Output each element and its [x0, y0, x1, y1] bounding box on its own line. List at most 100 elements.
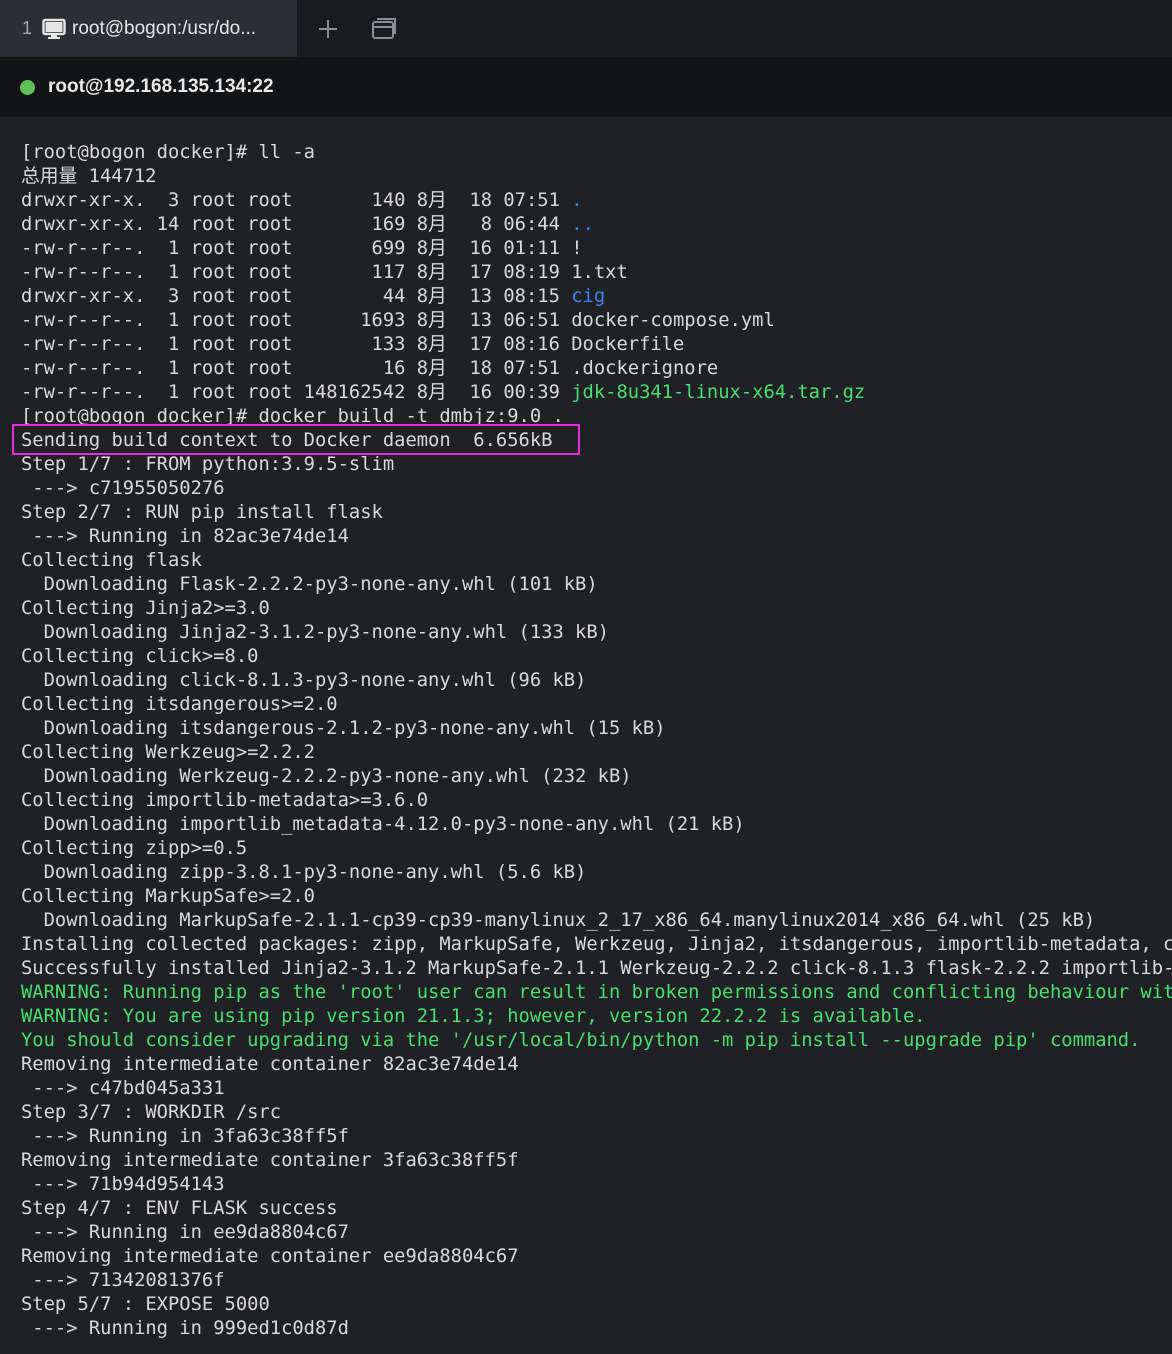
terminal-text: -rw-r--r--. 1 root root 117 8月 17 08:19 …	[21, 262, 628, 283]
terminal-text: Downloading importlib_metadata-4.12.0-py…	[21, 814, 745, 835]
terminal-line: -rw-r--r--. 1 root root 133 8月 17 08:16 …	[21, 333, 1172, 357]
terminal-text: ---> Running in 999ed1c0d87d	[21, 1318, 349, 1339]
terminal-line: WARNING: You are using pip version 21.1.…	[21, 1005, 1172, 1029]
tab-title: root@bogon:/usr/do...	[72, 17, 257, 39]
terminal-text: Downloading Jinja2-3.1.2-py3-none-any.wh…	[21, 622, 609, 643]
terminal-text: Downloading click-8.1.3-py3-none-any.whl…	[21, 670, 587, 691]
terminal-line: ---> Running in 82ac3e74de14	[21, 525, 1172, 549]
terminal-text: Step 5/7 : EXPOSE 5000	[21, 1294, 270, 1315]
terminal-line: Downloading importlib_metadata-4.12.0-py…	[21, 813, 1172, 837]
terminal-line: Collecting zipp>=0.5	[21, 837, 1172, 861]
terminal-text: -rw-r--r--. 1 root root 16 8月 18 07:51 .…	[21, 358, 719, 379]
terminal-text: Collecting zipp>=0.5	[21, 838, 248, 859]
terminal-text: -rw-r--r--. 1 root root 148162542 8月 16 …	[21, 382, 572, 403]
terminal-text: ---> 71b94d954143	[21, 1174, 225, 1195]
terminal-output[interactable]: [root@bogon docker]# ll -a 总用量 144712 drwx…	[21, 141, 1172, 1341]
terminal-line: drwxr-xr-x. 14 root root 169 8月 8 06:44 …	[21, 213, 1172, 237]
terminal-text: Downloading Flask-2.2.2-py3-none-any.whl…	[21, 574, 598, 595]
terminal-line: Downloading MarkupSafe-2.1.1-cp39-cp39-m…	[21, 909, 1172, 933]
terminal-line: Collecting importlib-metadata>=3.6.0	[21, 789, 1172, 813]
terminal-line: Downloading itsdangerous-2.1.2-py3-none-…	[21, 717, 1172, 741]
terminal-text: ---> c47bd045a331	[21, 1078, 225, 1099]
terminal-text: Collecting importlib-metadata>=3.6.0	[21, 790, 429, 811]
terminal-text: Step 1/7 : FROM python:3.9.5-slim	[21, 454, 395, 475]
terminal-text: .	[571, 190, 583, 211]
terminal-line: Collecting Jinja2>=3.0	[21, 597, 1172, 621]
terminal-text: drwxr-xr-x. 3 root root 44 8月 13 08:15	[21, 286, 572, 307]
terminal-line: ---> Running in 999ed1c0d87d	[21, 1317, 1172, 1341]
terminal-text: Sending build context to Docker daemon 6…	[21, 430, 553, 451]
terminal-line: ---> 71342081376f	[21, 1269, 1172, 1293]
host-label: root@192.168.135.134:22	[48, 76, 274, 97]
terminal-text: Step 3/7 : WORKDIR /src	[21, 1102, 282, 1123]
terminal-line: Successfully installed Jinja2-3.1.2 Mark…	[21, 957, 1172, 981]
terminal-text: Removing intermediate container 82ac3e74…	[21, 1054, 519, 1075]
terminal-line: -rw-r--r--. 1 root root 16 8月 18 07:51 .…	[21, 357, 1172, 381]
terminal-line: Sending build context to Docker daemon 6…	[21, 429, 1172, 453]
terminal-line: Installing collected packages: zipp, Mar…	[21, 933, 1172, 957]
terminal-line: You should consider upgrading via the '/…	[21, 1029, 1172, 1053]
terminal-line: -rw-r--r--. 1 root root 1693 8月 13 06:51…	[21, 309, 1172, 333]
terminal-line: -rw-r--r--. 1 root root 699 8月 16 01:11 …	[21, 237, 1172, 261]
terminal-text: drwxr-xr-x. 3 root root 140 8月 18 07:51	[21, 190, 572, 211]
terminal-text: WARNING: Running pip as the 'root' user …	[21, 982, 1172, 1003]
terminal-line: Step 1/7 : FROM python:3.9.5-slim	[21, 453, 1172, 477]
terminal-line: drwxr-xr-x. 3 root root 44 8月 13 08:15 c…	[21, 285, 1172, 309]
terminal-text: Downloading zipp-3.8.1-py3-none-any.whl …	[21, 862, 587, 883]
terminal-line: [root@bogon docker]# docker build -t dmb…	[21, 405, 1172, 429]
terminal-text: Collecting Jinja2>=3.0	[21, 598, 270, 619]
terminal-text: ..	[571, 214, 594, 235]
terminal-text: ---> c71955050276	[21, 478, 225, 499]
window-icon[interactable]	[371, 16, 397, 42]
terminal-line: Step 2/7 : RUN pip install flask	[21, 501, 1172, 525]
terminal-line: ---> c71955050276	[21, 477, 1172, 501]
terminal-text: Step 4/7 : ENV FLASK success	[21, 1198, 338, 1219]
terminal-line: ---> Running in 3fa63c38ff5f	[21, 1125, 1172, 1149]
terminal-text: Collecting click>=8.0	[21, 646, 259, 667]
terminal-text: ---> Running in ee9da8804c67	[21, 1222, 349, 1243]
tab-tools	[315, 0, 397, 57]
terminal-line: ---> 71b94d954143	[21, 1173, 1172, 1197]
terminal-text: Successfully installed Jinja2-3.1.2 Mark…	[21, 958, 1172, 979]
plus-icon[interactable]	[315, 16, 341, 42]
terminal-tab[interactable]: 1 root@bogon:/usr/do...	[0, 0, 297, 57]
tab-number: 1	[22, 18, 33, 38]
terminal-line: Removing intermediate container ee9da880…	[21, 1245, 1172, 1269]
terminal-line: Collecting flask	[21, 549, 1172, 573]
host-bar: root@192.168.135.134:22	[0, 57, 1172, 117]
terminal-line: Downloading click-8.1.3-py3-none-any.whl…	[21, 669, 1172, 693]
terminal-line: Collecting MarkupSafe>=2.0	[21, 885, 1172, 909]
terminal-text: cig	[571, 286, 606, 307]
terminal-line: Removing intermediate container 3fa63c38…	[21, 1149, 1172, 1173]
terminal-line: Collecting itsdangerous>=2.0	[21, 693, 1172, 717]
terminal-line: Collecting click>=8.0	[21, 645, 1172, 669]
terminal-text: [root@bogon docker]# ll -a	[21, 142, 315, 163]
terminal-text: -rw-r--r--. 1 root root 133 8月 17 08:16 …	[21, 334, 685, 355]
terminal-line: [root@bogon docker]# ll -a	[21, 141, 1172, 165]
terminal-text: Collecting MarkupSafe>=2.0	[21, 886, 315, 907]
terminal-line: Collecting Werkzeug>=2.2.2	[21, 741, 1172, 765]
monitor-icon	[42, 18, 66, 40]
terminal-text: ---> Running in 82ac3e74de14	[21, 526, 349, 547]
terminal-text: drwxr-xr-x. 14 root root 169 8月 8 06:44	[21, 214, 572, 235]
terminal-text: ---> 71342081376f	[21, 1270, 225, 1291]
terminal-text: Installing collected packages: zipp, Mar…	[21, 934, 1172, 955]
terminal-text: -rw-r--r--. 1 root root 1693 8月 13 06:51…	[21, 310, 775, 331]
terminal-text: 总用量 144712	[21, 166, 157, 187]
terminal-line: -rw-r--r--. 1 root root 117 8月 17 08:19 …	[21, 261, 1172, 285]
terminal-line: Downloading zipp-3.8.1-py3-none-any.whl …	[21, 861, 1172, 885]
terminal-line: Downloading Jinja2-3.1.2-py3-none-any.wh…	[21, 621, 1172, 645]
terminal-text: jdk-8u341-linux-x64.tar.gz	[571, 382, 866, 403]
terminal-line: drwxr-xr-x. 3 root root 140 8月 18 07:51 …	[21, 189, 1172, 213]
terminal-text: Removing intermediate container ee9da880…	[21, 1246, 519, 1267]
connection-status-icon	[20, 79, 35, 95]
terminal-text: Downloading itsdangerous-2.1.2-py3-none-…	[21, 718, 666, 739]
terminal-text: [root@bogon docker]# docker build -t dmb…	[21, 406, 564, 427]
terminal-text: Collecting itsdangerous>=2.0	[21, 694, 338, 715]
terminal-text: Removing intermediate container 3fa63c38…	[21, 1150, 519, 1171]
terminal-line: -rw-r--r--. 1 root root 148162542 8月 16 …	[21, 381, 1172, 405]
terminal-text: Downloading MarkupSafe-2.1.1-cp39-cp39-m…	[21, 910, 1096, 931]
terminal-text: Step 2/7 : RUN pip install flask	[21, 502, 383, 523]
terminal-line: Step 3/7 : WORKDIR /src	[21, 1101, 1172, 1125]
terminal-line: Step 5/7 : EXPOSE 5000	[21, 1293, 1172, 1317]
